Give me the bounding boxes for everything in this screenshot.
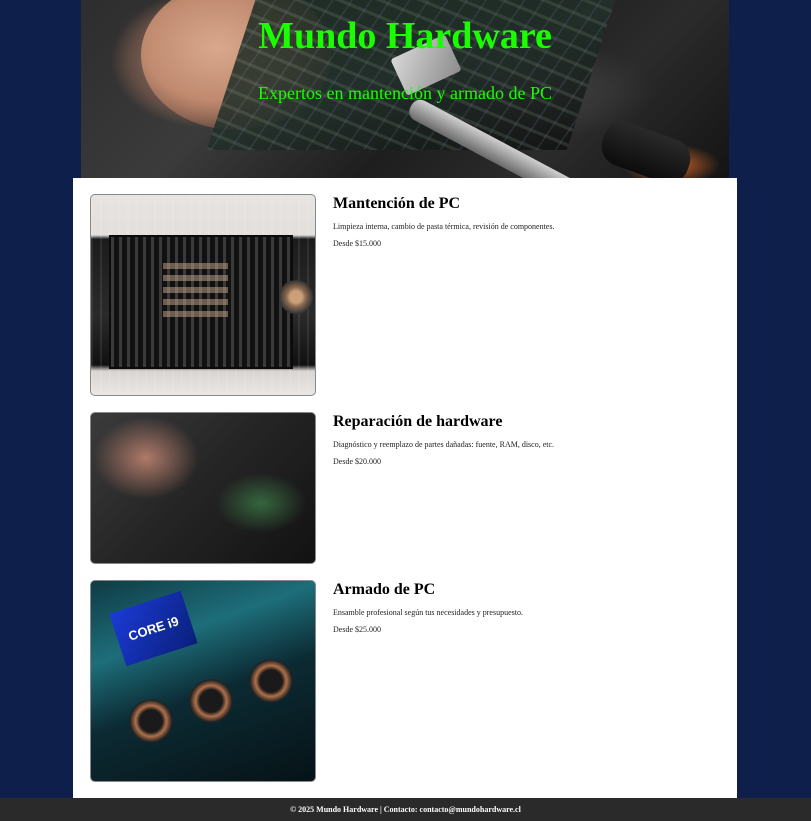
hero-banner: Mundo Hardware Expertos en mantención y … [81, 0, 729, 178]
service-title: Mantención de PC [333, 195, 461, 212]
pc-components-image: CORE i9 [90, 580, 316, 782]
service-price: Desde $20.000 [333, 457, 381, 466]
service-description: Limpieza interna, cambio de pasta térmic… [333, 222, 555, 231]
pc-case-shape [109, 235, 293, 369]
footer-text: © 2025 Mundo Hardware | Contacto: contac… [290, 805, 521, 814]
services-section: Mantención de PC Limpieza interna, cambi… [73, 178, 737, 798]
service-info: Mantención de PC Limpieza interna, cambi… [333, 194, 554, 248]
site-subtitle: Expertos en mantención y armado de PC [258, 83, 552, 103]
service-description: Diagnóstico y reemplazo de partes dañada… [333, 440, 555, 449]
service-info: Reparación de hardware Diagnóstico y ree… [333, 412, 554, 466]
site-footer: © 2025 Mundo Hardware | Contacto: contac… [0, 798, 811, 821]
hero-photo-tool-handle [596, 115, 696, 178]
cpu-box-shape: CORE i9 [109, 590, 198, 667]
cpu-fan-shape [279, 280, 313, 314]
pc-tower-image [90, 194, 316, 396]
service-price: Desde $15.000 [333, 239, 381, 248]
service-title: Reparación de hardware [333, 413, 503, 430]
service-title: Armado de PC [333, 581, 436, 598]
hardware-repair-image [90, 412, 316, 564]
service-info: Armado de PC Ensamble profesional según … [333, 580, 523, 634]
service-price: Desde $25.000 [333, 625, 381, 634]
site-title: Mundo Hardware [258, 15, 552, 57]
service-description: Ensamble profesional según tus necesidad… [333, 608, 523, 617]
